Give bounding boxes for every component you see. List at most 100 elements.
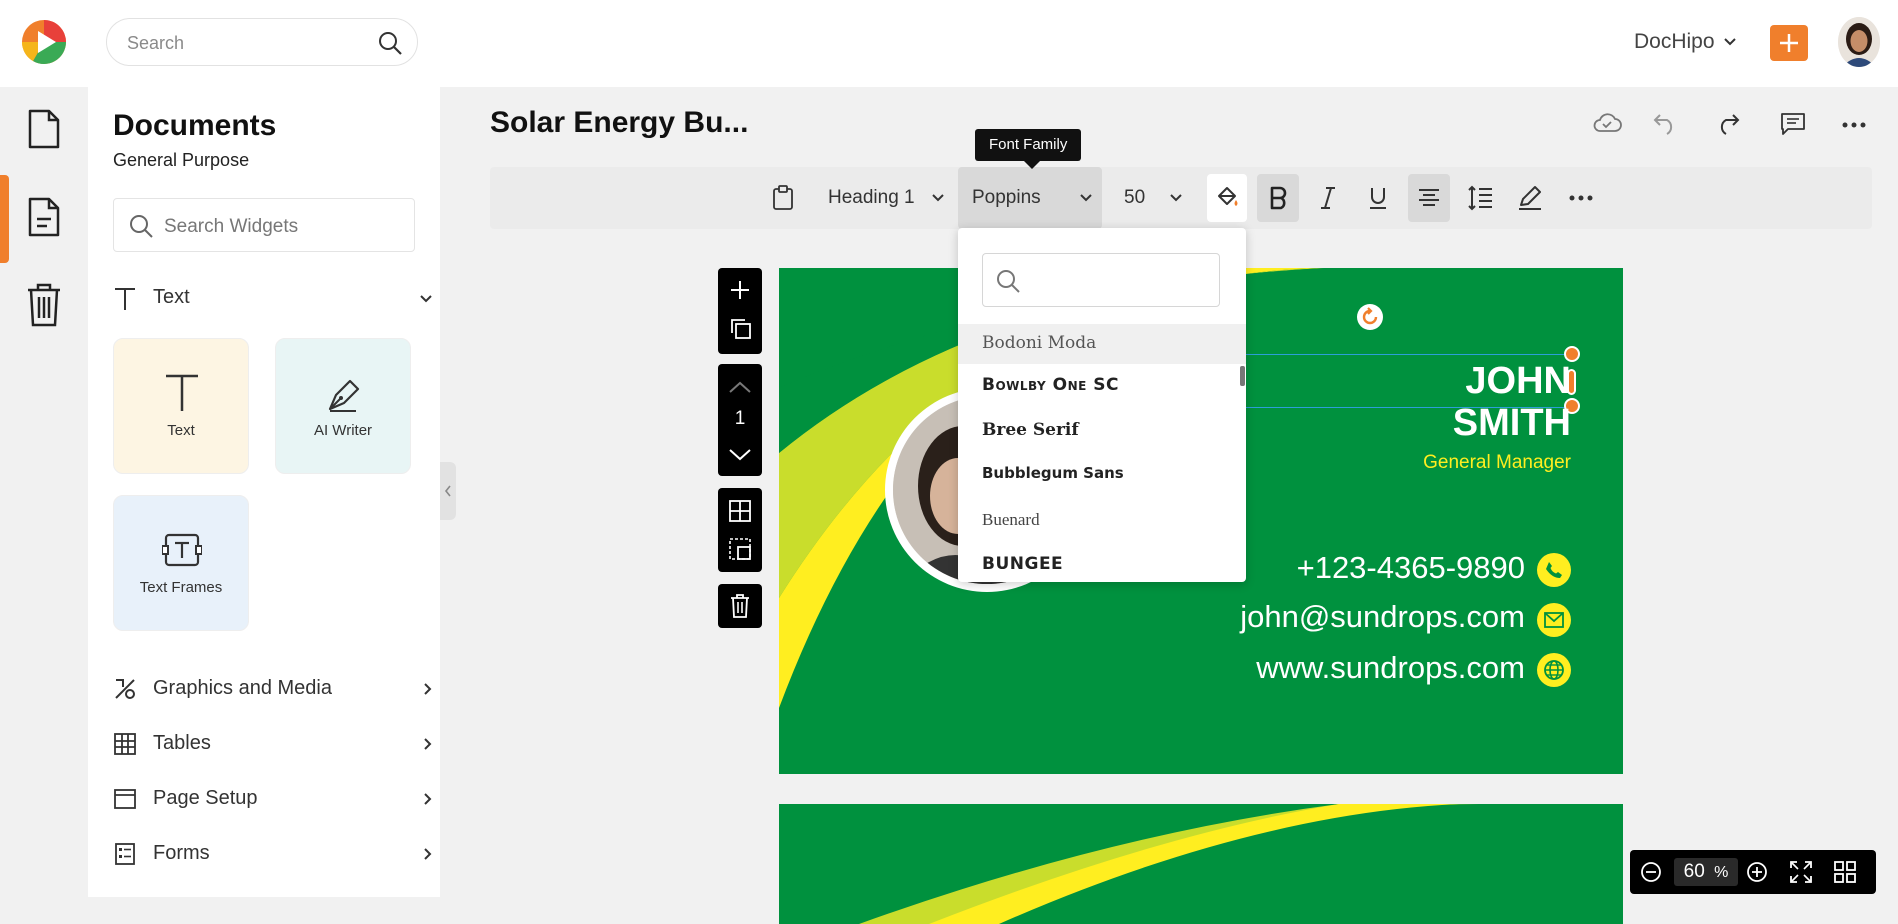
highlight-button[interactable] [1515, 167, 1545, 229]
business-card-page-2[interactable] [779, 804, 1623, 924]
font-option-label: Bree Serif [982, 420, 1079, 440]
tile-label: AI Writer [313, 422, 373, 439]
account-name[interactable]: DocHipo [1634, 30, 1715, 54]
search-icon[interactable] [377, 30, 403, 56]
phone-icon[interactable] [1537, 553, 1571, 587]
chevron-down-icon [1079, 191, 1093, 205]
page-setup-icon [113, 787, 137, 811]
widget-panel: Documents General Purpose Search Widgets… [88, 87, 440, 897]
font-option[interactable]: BUNGEE [958, 545, 1246, 582]
duplicate-page-icon[interactable] [730, 318, 752, 340]
grid-view-icon[interactable] [1834, 861, 1856, 883]
add-page-icon[interactable] [730, 280, 750, 300]
globe-icon[interactable] [1537, 653, 1571, 687]
text-toolbar: Heading 1 Poppins 50 [490, 167, 1872, 229]
global-search[interactable]: Search [106, 18, 418, 66]
zoom-controls: 60 % [1630, 850, 1876, 894]
ai-writer-tile[interactable]: AI Writer [275, 338, 411, 474]
chevron-down-icon [419, 292, 433, 306]
document-title[interactable]: Solar Energy Bu... [490, 106, 748, 140]
zoom-value-field[interactable]: 60 % [1674, 858, 1738, 886]
font-option[interactable]: Bowlby One SC [958, 366, 1246, 406]
zoom-value: 60 [1683, 861, 1705, 882]
category-tables[interactable]: Tables [113, 728, 433, 760]
chevron-up-icon[interactable] [728, 380, 752, 394]
cloud-save-icon[interactable] [1592, 112, 1622, 134]
align-center-button[interactable] [1408, 174, 1450, 222]
font-search-input[interactable] [982, 253, 1220, 307]
select-area-icon[interactable] [729, 538, 751, 560]
forms-icon [113, 842, 137, 866]
fill-color-button[interactable] [1207, 174, 1247, 222]
document-icon[interactable] [26, 109, 62, 149]
text-frames-tile[interactable]: Text Frames [113, 495, 249, 631]
chevron-down-icon[interactable] [728, 448, 752, 462]
font-option[interactable]: Buenard [958, 501, 1246, 541]
card-name-line2[interactable]: SMITH [1453, 402, 1571, 445]
trash-icon[interactable] [26, 283, 62, 327]
email-icon[interactable] [1537, 603, 1571, 637]
category-page-setup[interactable]: Page Setup [113, 783, 433, 815]
more-options-icon[interactable] [1566, 167, 1596, 229]
panel-collapse-handle[interactable] [440, 462, 456, 520]
italic-button[interactable] [1313, 167, 1343, 229]
bold-button[interactable] [1257, 174, 1299, 222]
clipboard-icon[interactable] [772, 167, 794, 229]
grid-icon[interactable] [729, 500, 751, 522]
text-type-icon [113, 286, 137, 312]
avatar[interactable] [1838, 17, 1880, 67]
font-size-value: 50 [1124, 187, 1146, 208]
search-icon [128, 213, 154, 239]
panel-subtitle: General Purpose [113, 150, 250, 170]
zoom-in-icon[interactable] [1746, 861, 1768, 883]
category-graphics-and-media[interactable]: Graphics and Media [113, 673, 433, 705]
documents-icon[interactable] [26, 197, 62, 237]
pen-icon [326, 373, 362, 413]
text-widget-tile[interactable]: Text [113, 338, 249, 474]
more-options-icon[interactable] [1842, 122, 1866, 128]
widget-search-input[interactable]: Search Widgets [113, 198, 415, 252]
heading-select[interactable]: Heading 1 [828, 167, 945, 229]
chevron-down-icon[interactable] [1722, 34, 1738, 50]
top-bar: Search DocHipo [0, 0, 1898, 87]
font-option[interactable]: Bree Serif [958, 411, 1246, 451]
fit-screen-icon[interactable] [1790, 861, 1812, 883]
category-label: Graphics and Media [153, 677, 332, 699]
comment-icon[interactable] [1780, 112, 1806, 136]
chevron-right-icon [421, 682, 435, 696]
text-section-header[interactable]: Text [113, 282, 433, 314]
trash-icon[interactable] [730, 594, 750, 618]
underline-button[interactable] [1363, 167, 1393, 229]
card-name-line1[interactable]: JOHN [1465, 360, 1571, 403]
font-family-select[interactable]: Poppins [958, 167, 1102, 229]
font-option-label: Bowlby One SC [982, 375, 1119, 395]
text-section-label: Text [153, 286, 190, 308]
card-phone[interactable]: +123-4365-9890 [1297, 550, 1525, 586]
font-family-tooltip: Font Family [975, 129, 1082, 161]
font-option[interactable]: Bubblegum Sans [958, 455, 1246, 495]
card-website[interactable]: www.sundrops.com [1256, 650, 1525, 686]
widget-search-placeholder: Search Widgets [164, 216, 299, 237]
page-add-controls [718, 268, 762, 354]
dropdown-scrollbar[interactable] [1240, 366, 1245, 386]
category-label: Forms [153, 842, 210, 864]
rotate-handle[interactable] [1357, 304, 1383, 330]
heading-value: Heading 1 [828, 187, 915, 208]
app-logo[interactable] [20, 18, 68, 66]
card-role[interactable]: General Manager [1423, 452, 1571, 474]
redo-icon[interactable] [1715, 112, 1741, 136]
zoom-out-icon[interactable] [1640, 861, 1662, 883]
undo-icon[interactable] [1652, 112, 1678, 136]
delete-page-control [718, 584, 762, 628]
global-search-placeholder: Search [127, 33, 185, 53]
card-email[interactable]: john@sundrops.com [1240, 599, 1525, 635]
category-forms[interactable]: Forms [113, 838, 433, 870]
chevron-down-icon [1169, 191, 1183, 205]
graphics-icon [113, 677, 137, 701]
font-size-select[interactable]: 50 [1124, 167, 1183, 229]
line-spacing-button[interactable] [1465, 167, 1495, 229]
font-option-label: Bodoni Moda [982, 333, 1097, 353]
card-background-swoosh [859, 804, 1479, 924]
create-button[interactable] [1770, 25, 1808, 61]
font-option[interactable]: Bodoni Moda [958, 324, 1246, 364]
